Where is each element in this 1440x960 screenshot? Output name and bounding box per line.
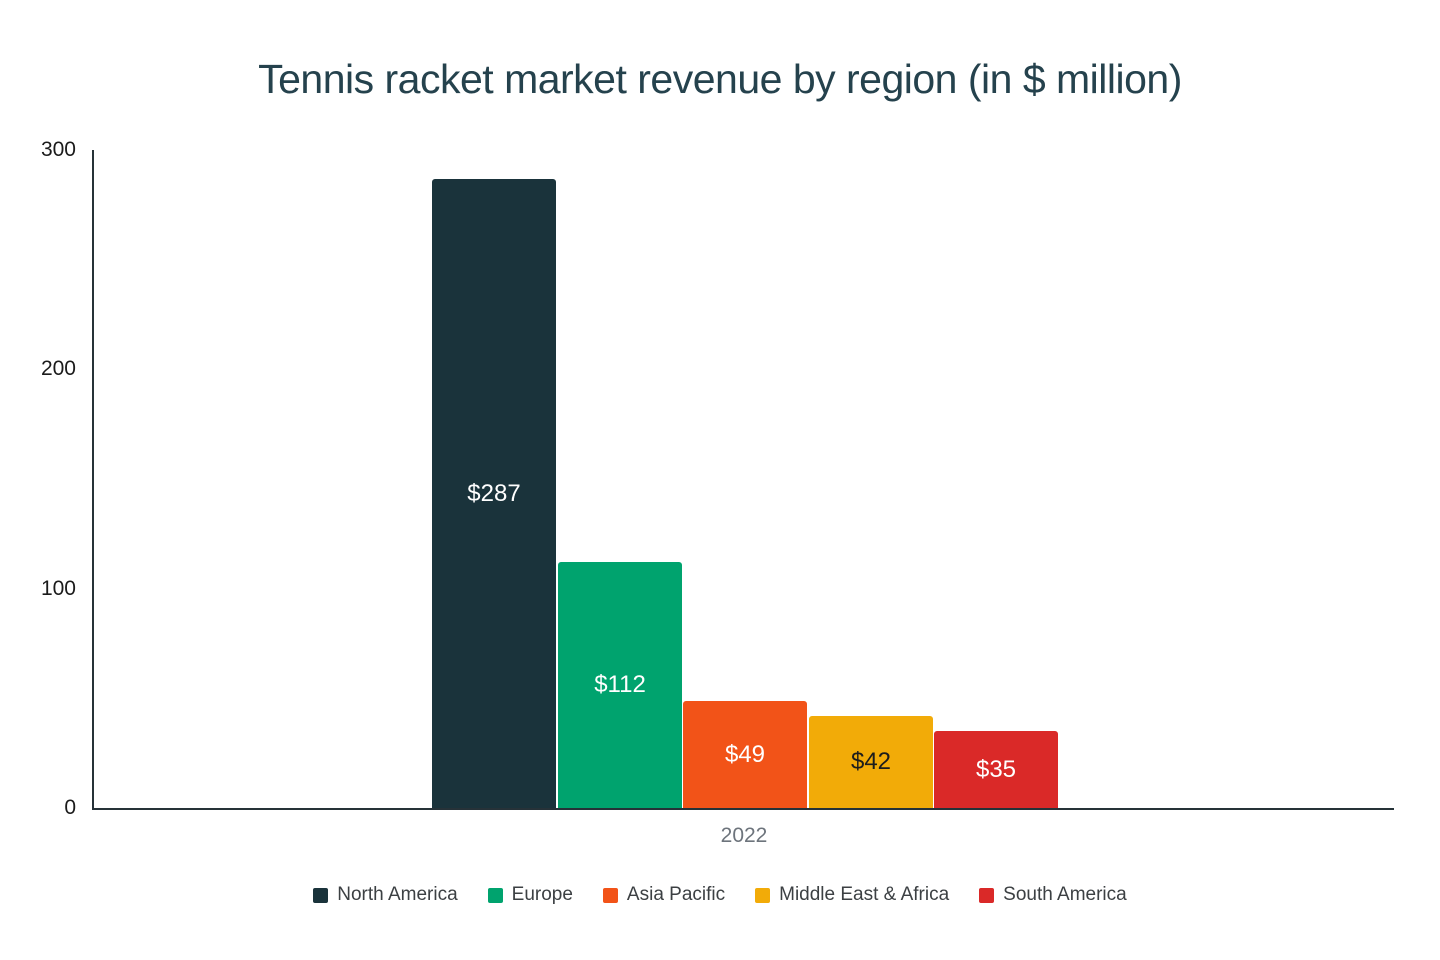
legend-label-europe: Europe — [512, 884, 573, 906]
legend-swatch-south-america — [979, 888, 994, 903]
legend: North America Europe Asia Pacific Middle Ea… — [0, 884, 1440, 906]
legend-swatch-north-america — [313, 888, 328, 903]
y-tick-0: 0 — [0, 796, 76, 820]
legend-swatch-europe — [488, 888, 503, 903]
y-tick-200: 200 — [0, 357, 76, 381]
bar-europe[interactable]: $112 — [558, 562, 682, 808]
bar-north-america[interactable]: $287 — [432, 179, 556, 808]
x-axis-tick-label: 2022 — [432, 824, 1056, 848]
legend-item-north-america[interactable]: North America — [313, 884, 457, 906]
bar-value-label-north-america: $287 — [432, 480, 556, 508]
bar-asia-pacific[interactable]: $49 — [683, 701, 807, 808]
legend-label-south-america: South America — [1003, 884, 1127, 906]
plot-area: 0 100 200 300 $287 $112 $49$42$35 2022 — [0, 0, 1440, 960]
bar-value-label-south-america: $35 — [934, 756, 1058, 784]
bar-value-label-asia-pacific: $49 — [683, 741, 807, 769]
legend-item-south-america[interactable]: South America — [979, 884, 1127, 906]
legend-swatch-middle-east-and-africa — [755, 888, 770, 903]
legend-item-asia-pacific[interactable]: Asia Pacific — [603, 884, 725, 906]
y-tick-100: 100 — [0, 577, 76, 601]
bar-south-america[interactable]: $35 — [934, 731, 1058, 808]
bar-value-label-europe: $112 — [558, 671, 682, 699]
legend-label-north-america: North America — [337, 884, 457, 906]
y-axis-line — [92, 150, 94, 810]
x-axis-line — [92, 808, 1394, 810]
legend-item-middle-east-and-africa[interactable]: Middle East & Africa — [755, 884, 949, 906]
legend-item-europe[interactable]: Europe — [488, 884, 573, 906]
y-tick-300: 300 — [0, 138, 76, 162]
legend-swatch-asia-pacific — [603, 888, 618, 903]
bar-value-label-middle-east-and-africa: $42 — [809, 748, 933, 776]
bar-middle-east-and-africa[interactable]: $42 — [809, 716, 933, 808]
legend-label-middle-east-and-africa: Middle East & Africa — [779, 884, 949, 906]
legend-label-asia-pacific: Asia Pacific — [627, 884, 725, 906]
